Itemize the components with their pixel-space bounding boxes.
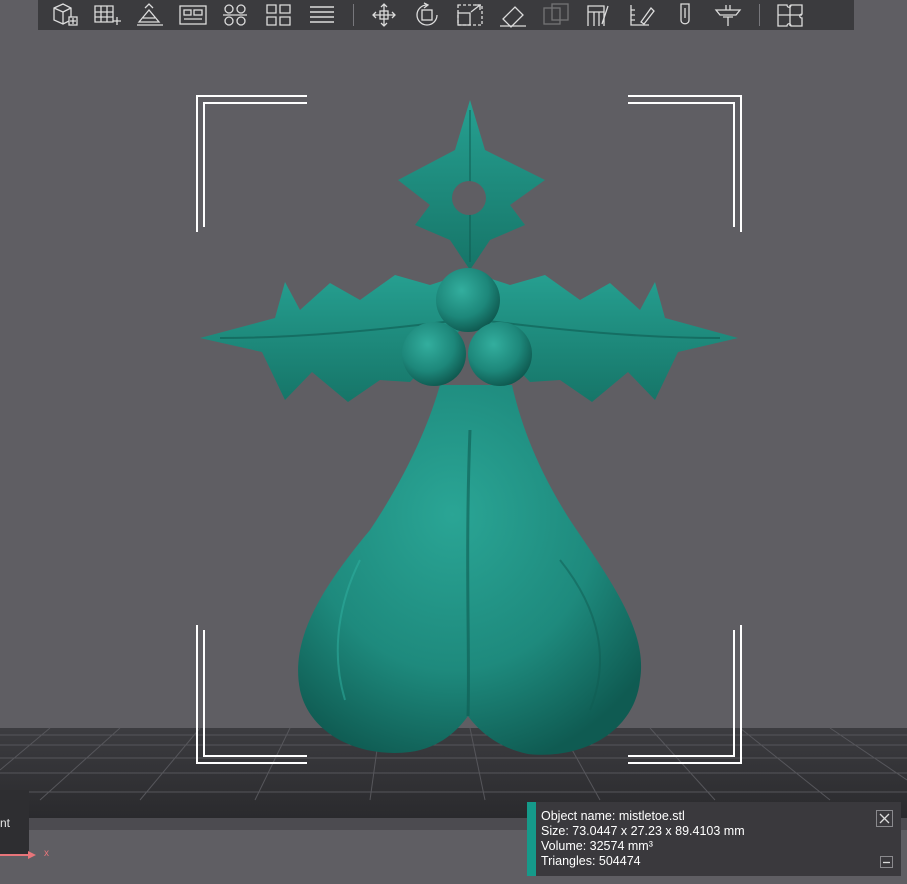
x-axis-arrow-icon (0, 851, 36, 859)
move-icon[interactable] (366, 1, 402, 29)
text-emboss-icon[interactable] (710, 1, 746, 29)
object-volume-text: Volume: 32574 mm³ (541, 839, 653, 853)
top-toolbar (38, 0, 854, 30)
support-paint-icon[interactable] (667, 1, 703, 29)
cut-icon[interactable] (581, 1, 617, 29)
left-side-panel: nt (0, 790, 29, 854)
x-axis-label: x (44, 848, 49, 859)
mistletoe-model[interactable] (200, 100, 738, 755)
object-name-text: Object name: mistletoe.stl (541, 809, 685, 823)
toolbar-separator (759, 4, 760, 26)
split-objects-icon[interactable] (218, 1, 254, 29)
layers-icon[interactable] (304, 1, 340, 29)
lay-on-face-icon[interactable] (495, 1, 531, 29)
scale-icon[interactable] (452, 1, 488, 29)
left-panel-label: nt (0, 816, 11, 830)
auto-orient-icon[interactable] (132, 1, 168, 29)
measure-icon[interactable] (624, 1, 660, 29)
toolbar-separator (353, 4, 354, 26)
close-icon[interactable] (876, 810, 893, 827)
add-plate-icon[interactable] (89, 1, 125, 29)
object-triangles-text: Triangles: 504474 (541, 854, 641, 868)
boolean-icon[interactable] (538, 1, 574, 29)
arrange-icon[interactable] (175, 1, 211, 29)
info-panel-accent (527, 802, 536, 876)
collapse-icon[interactable] (880, 856, 893, 868)
split-parts-icon[interactable] (261, 1, 297, 29)
object-info-panel: Object name: mistletoe.stl Size: 73.0447… (527, 802, 901, 876)
add-object-icon[interactable] (46, 1, 82, 29)
object-size-text: Size: 73.0447 x 27.23 x 89.4103 mm (541, 824, 745, 838)
3d-viewport[interactable]: nt x Object name: mistletoe.stl Size: 73… (0, 0, 907, 884)
assembly-icon[interactable] (772, 1, 808, 29)
rotate-icon[interactable] (409, 1, 445, 29)
